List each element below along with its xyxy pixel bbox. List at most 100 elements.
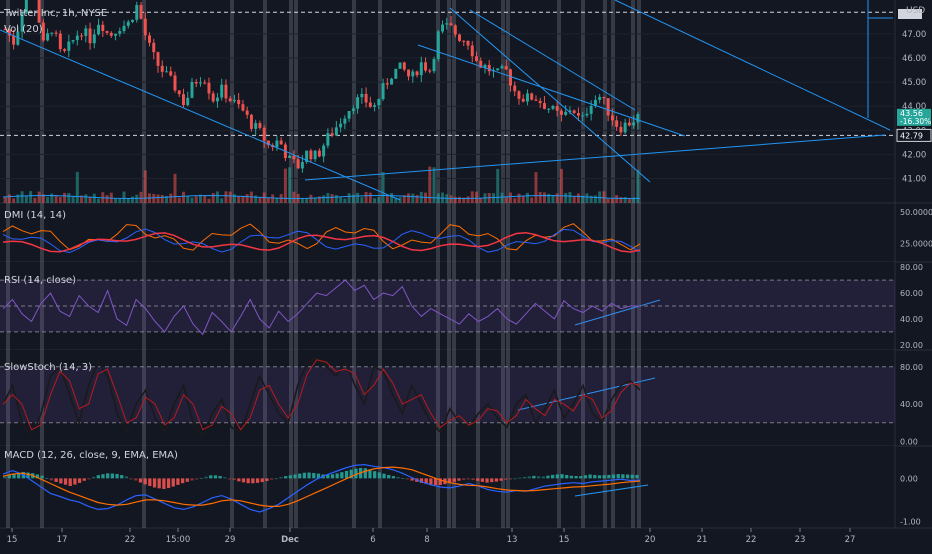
- session-band: [294, 0, 298, 528]
- macd-histogram-bar: [49, 478, 54, 481]
- candle-body: [585, 113, 589, 116]
- volume-bar: [492, 193, 495, 203]
- candle-body: [232, 99, 236, 102]
- volume-bar: [615, 195, 619, 203]
- candle-body: [173, 75, 177, 91]
- volume-bar: [504, 197, 508, 203]
- candle-body: [432, 59, 436, 72]
- session-band: [476, 0, 480, 528]
- volume-bar: [415, 194, 419, 203]
- session-band: [40, 0, 44, 528]
- candle-body: [453, 25, 457, 35]
- candle-body: [559, 110, 563, 115]
- volume-bar: [525, 192, 529, 203]
- candle-body: [207, 82, 211, 94]
- volume-bar: [75, 171, 79, 203]
- volume-bar: [606, 198, 610, 203]
- volume-bar: [288, 167, 292, 203]
- candle-body: [555, 106, 559, 111]
- volume-bar: [555, 193, 559, 203]
- volume-bar: [173, 173, 177, 203]
- volume-bar: [207, 198, 211, 203]
- candle-body: [334, 127, 338, 136]
- macd-histogram-bar: [298, 473, 302, 479]
- macd-histogram-bar: [466, 478, 470, 480]
- macd-tick-label: -1.00: [900, 518, 921, 527]
- candle-body: [470, 45, 474, 57]
- x-tick-label: 22: [125, 535, 136, 545]
- macd-histogram-bar: [176, 478, 180, 485]
- candle-body: [610, 115, 614, 121]
- candle-body: [12, 35, 16, 45]
- macd-histogram-bar: [237, 478, 241, 482]
- candle-body: [632, 122, 636, 126]
- macd-histogram-bar: [307, 472, 311, 479]
- candle-body: [581, 115, 585, 117]
- macd-histogram-bar: [635, 474, 639, 479]
- macd-histogram-bar: [368, 469, 372, 479]
- stoch-tick-label: 40.00: [900, 400, 923, 409]
- candle-body: [487, 64, 491, 72]
- price-tick-label: 41.00: [902, 175, 926, 185]
- dmi-tick-label: 50.0000: [900, 208, 932, 217]
- macd-histogram-bar: [593, 474, 597, 479]
- macd-histogram-bar: [387, 474, 391, 479]
- macd-histogram-bar: [588, 474, 592, 479]
- candle-body: [50, 32, 54, 34]
- volume-bar: [572, 196, 576, 203]
- volume-bar: [449, 195, 453, 203]
- macd-histogram-bar: [101, 474, 105, 479]
- candle-body: [449, 23, 453, 26]
- candle-body: [228, 98, 232, 102]
- candle-body: [428, 70, 432, 72]
- volume-bar: [381, 172, 385, 203]
- macd-histogram-bar: [382, 473, 386, 479]
- macd-histogram-bar: [405, 478, 410, 480]
- macd-histogram-bar: [166, 478, 171, 489]
- volume-bar: [266, 197, 270, 203]
- candle-body: [135, 4, 139, 20]
- macd-tick-label: 0.00: [900, 474, 918, 483]
- chart-stage[interactable]: 47.0046.0045.0044.0043.0042.0041.0043.56…: [0, 0, 932, 550]
- volume-bar: [271, 194, 275, 203]
- macd-histogram-bar: [536, 476, 541, 479]
- volume-bar: [475, 191, 478, 203]
- volume-bar: [84, 194, 88, 203]
- volume-bar: [54, 195, 58, 203]
- macd-histogram-bar: [227, 478, 232, 480]
- volume-bar: [160, 194, 164, 203]
- x-tick-label: 20: [645, 535, 656, 545]
- macd-histogram-bar: [171, 478, 175, 487]
- volume-bar: [190, 197, 194, 203]
- candle-body: [258, 123, 262, 128]
- candle-body: [542, 103, 546, 109]
- volume-bar: [534, 172, 538, 203]
- session-band: [611, 0, 615, 528]
- candle-body: [317, 150, 321, 157]
- volume-bar: [530, 197, 534, 203]
- candle-body: [292, 155, 296, 160]
- volume-bar: [24, 195, 28, 203]
- volume-bar: [46, 197, 50, 203]
- session-band: [557, 0, 561, 528]
- volume-bar: [177, 197, 181, 203]
- volume-bar: [343, 198, 347, 203]
- volume-bar: [356, 192, 360, 203]
- candle-body: [360, 93, 364, 98]
- x-tick-label: 15:00: [166, 535, 191, 545]
- chart-svg[interactable]: 47.0046.0045.0044.0043.0042.0041.0043.56…: [0, 0, 932, 550]
- volume-bar: [33, 197, 37, 203]
- x-tick-label: 22: [746, 535, 757, 545]
- macd-histogram-bar: [218, 475, 222, 479]
- candle-body: [615, 120, 619, 127]
- macd-histogram-bar: [494, 478, 499, 482]
- volume-bar: [92, 193, 96, 203]
- candle-body: [619, 126, 623, 133]
- candle-body: [513, 85, 517, 92]
- candle-body: [126, 21, 130, 26]
- macd-histogram-bar: [106, 473, 110, 479]
- candle-body: [475, 56, 478, 61]
- macd-histogram-bar: [401, 477, 405, 479]
- volume-bar: [517, 193, 521, 203]
- candle-body: [105, 31, 109, 33]
